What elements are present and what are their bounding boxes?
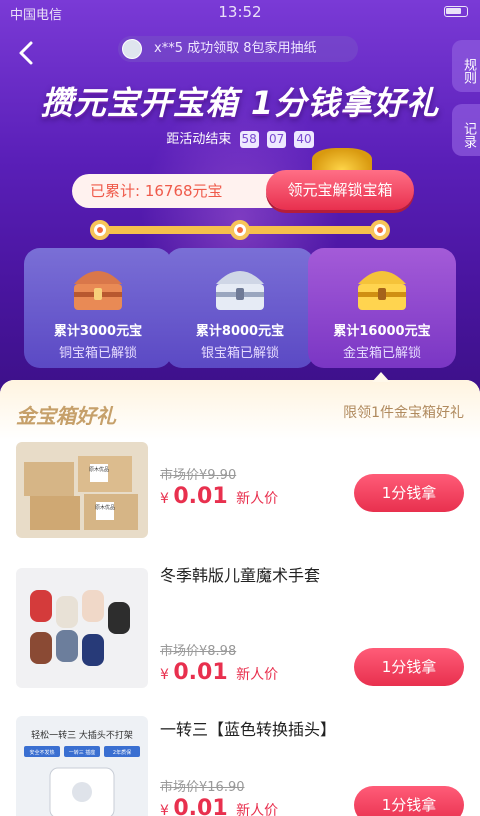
currency-symbol: ¥ [160, 803, 169, 816]
product-item[interactable]: 轻松一转三 大插头不打架 安全不发热 一转三 插座 2年质保 一转三【蓝色转换插… [0, 716, 480, 816]
ticker-user: x**5 [154, 41, 183, 56]
plug-heading: 轻松一转三 大插头不打架 [31, 729, 133, 741]
countdown-label: 距活动结束 [166, 132, 232, 147]
milestone-dot [90, 220, 110, 240]
section-subtitle: 限领1件金宝箱好礼 [343, 405, 464, 421]
section-title: 金宝箱好礼 [16, 404, 116, 428]
section-header: 金宝箱好礼 限领1件金宝箱好礼 [0, 380, 480, 440]
market-price: 市场价¥16.90 [160, 780, 245, 795]
battery-icon [444, 4, 468, 19]
chest-threshold: 累计8000元宝 [195, 324, 285, 339]
milestone-dot [370, 220, 390, 240]
page-headline: 攒元宝开宝箱 1分钱拿好礼 [40, 84, 440, 122]
product-name: 冬季韩版儿童魔术手套 [160, 566, 321, 585]
gold-chest-gifts-section: 金宝箱好礼 限领1件金宝箱好礼 原木优品 原木优品 市场价¥9.90 ¥ 0.0… [0, 380, 480, 816]
unlock-chest-button[interactable]: 领元宝解锁宝箱 [266, 170, 414, 210]
market-price: 市场价¥9.90 [160, 468, 237, 483]
claim-ticker: x**5 成功领取 8包家用抽纸 [118, 36, 358, 62]
price-value: 0.01 [173, 796, 228, 816]
plug-tag: 一转三 插座 [69, 749, 96, 756]
product-name: 一转三【蓝色转换插头】 [160, 720, 337, 739]
selected-chest-pointer [372, 372, 390, 382]
accumulated-text: 已累计: 16768元宝 [90, 182, 223, 200]
plug-tag: 安全不发热 [29, 749, 54, 756]
price-value: 0.01 [173, 484, 228, 509]
back-arrow-icon[interactable] [12, 38, 42, 68]
bronze-chest-icon [74, 271, 122, 310]
countdown-hours: 58 [239, 131, 259, 148]
promo-price: ¥ 0.01 新人价 [160, 796, 278, 816]
chest-threshold: 累计16000元宝 [333, 324, 431, 339]
countdown-minutes: 07 [266, 131, 287, 148]
product-item[interactable]: 冬季韩版儿童魔术手套 市场价¥8.98 ¥ 0.01 新人价 1分钱拿 [0, 562, 480, 692]
promo-price: ¥ 0.01 新人价 [160, 484, 278, 509]
new-user-tag: 新人价 [236, 667, 279, 683]
gloves-image [16, 568, 148, 688]
box-label: 原木优品 [89, 466, 109, 473]
plug-tag: 2年质保 [113, 749, 131, 756]
new-user-tag: 新人价 [236, 803, 279, 816]
box-label: 原木优品 [95, 504, 115, 511]
chest-status: 铜宝箱已解锁 [58, 346, 137, 361]
chest-threshold: 累计3000元宝 [53, 324, 143, 339]
market-price: 市场价¥8.98 [160, 644, 237, 659]
countdown: 距活动结束 58 07 40 [0, 128, 480, 148]
product-item[interactable]: 原木优品 原木优品 市场价¥9.90 ¥ 0.01 新人价 1分钱拿 [0, 442, 480, 572]
countdown-seconds: 40 [294, 131, 314, 148]
buy-button[interactable]: 1分钱拿 [354, 474, 464, 512]
chest-status: 金宝箱已解锁 [342, 346, 421, 361]
chest-card-silver[interactable]: 累计8000元宝 银宝箱已解锁 [166, 248, 314, 368]
milestone-dot [230, 220, 250, 240]
silver-chest-icon [216, 271, 264, 310]
buy-button[interactable]: 1分钱拿 [354, 786, 464, 816]
price-value: 0.01 [173, 660, 228, 685]
chest-card-bronze[interactable]: 累计3000元宝 铜宝箱已解锁 [24, 248, 172, 368]
plug-adapter-image: 轻松一转三 大插头不打架 安全不发热 一转三 插座 2年质保 [16, 716, 148, 816]
ticker-message: 成功领取 8包家用抽纸 [187, 41, 317, 56]
avatar [122, 39, 142, 59]
currency-symbol: ¥ [160, 491, 169, 507]
new-user-tag: 新人价 [236, 491, 279, 507]
chest-status: 银宝箱已解锁 [200, 346, 279, 361]
currency-symbol: ¥ [160, 667, 169, 683]
buy-button[interactable]: 1分钱拿 [354, 648, 464, 686]
clock: 13:52 [218, 3, 262, 21]
hero-banner: 中国电信 13:52 x**5 成功领取 8包家用抽纸 规则 记录 攒元宝开宝箱… [0, 0, 480, 400]
promo-price: ¥ 0.01 新人价 [160, 660, 278, 685]
tissue-boxes-image: 原木优品 原木优品 [16, 442, 148, 538]
chest-card-gold[interactable]: 累计16000元宝 金宝箱已解锁 [308, 248, 456, 368]
status-bar: 中国电信 13:52 [0, 0, 480, 26]
gold-chest-icon [358, 271, 406, 310]
